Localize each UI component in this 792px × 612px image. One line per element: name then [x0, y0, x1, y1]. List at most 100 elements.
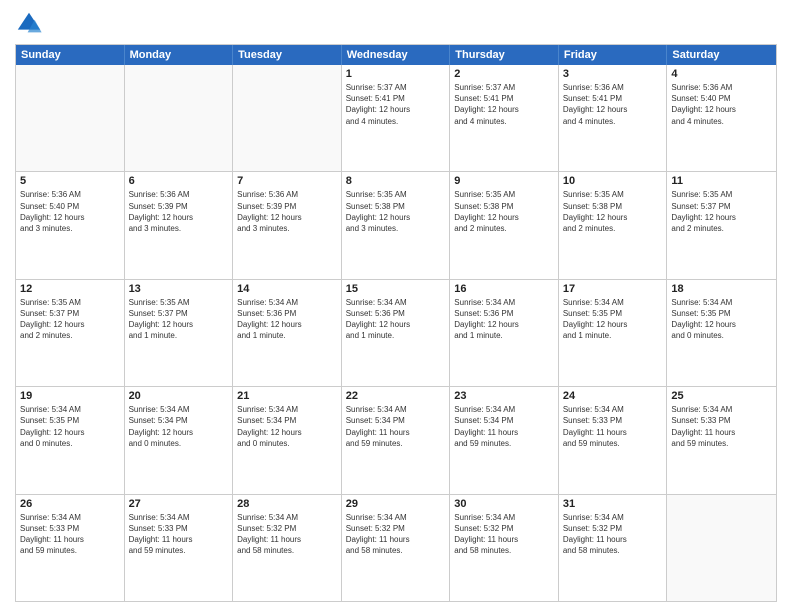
- day-info: Sunrise: 5:34 AM Sunset: 5:33 PM Dayligh…: [563, 404, 663, 449]
- day-info: Sunrise: 5:37 AM Sunset: 5:41 PM Dayligh…: [454, 82, 554, 127]
- day-number: 22: [346, 390, 446, 402]
- calendar-day-14: 14 Sunrise: 5:34 AM Sunset: 5:36 PM Dayli…: [233, 280, 342, 386]
- day-number: 26: [20, 498, 120, 510]
- calendar-day-20: 20 Sunrise: 5:34 AM Sunset: 5:34 PM Dayli…: [125, 387, 234, 493]
- calendar-day-30: 30 Sunrise: 5:34 AM Sunset: 5:32 PM Dayli…: [450, 495, 559, 601]
- calendar-day-9: 9 Sunrise: 5:35 AM Sunset: 5:38 PM Daylig…: [450, 172, 559, 278]
- calendar-header: SundayMondayTuesdayWednesdayThursdayFrid…: [16, 45, 776, 65]
- page: SundayMondayTuesdayWednesdayThursdayFrid…: [0, 0, 792, 612]
- day-info: Sunrise: 5:36 AM Sunset: 5:39 PM Dayligh…: [237, 189, 337, 234]
- calendar-row-5: 26 Sunrise: 5:34 AM Sunset: 5:33 PM Dayli…: [16, 494, 776, 601]
- day-number: 10: [563, 175, 663, 187]
- calendar-row-2: 5Sunrise: 5:36 AM Sunset: 5:40 PM Daylig…: [16, 171, 776, 278]
- day-number: 17: [563, 283, 663, 295]
- day-info: Sunrise: 5:35 AM Sunset: 5:37 PM Dayligh…: [129, 297, 229, 342]
- day-number: 20: [129, 390, 229, 402]
- calendar-day-1: 1Sunrise: 5:37 AM Sunset: 5:41 PM Daylig…: [342, 65, 451, 171]
- day-number: 5: [20, 175, 120, 187]
- weekday-header-saturday: Saturday: [667, 45, 776, 65]
- day-number: 27: [129, 498, 229, 510]
- calendar-row-3: 12 Sunrise: 5:35 AM Sunset: 5:37 PM Dayli…: [16, 279, 776, 386]
- day-info: Sunrise: 5:34 AM Sunset: 5:34 PM Dayligh…: [346, 404, 446, 449]
- day-info: Sunrise: 5:34 AM Sunset: 5:33 PM Dayligh…: [20, 512, 120, 557]
- day-info: Sunrise: 5:34 AM Sunset: 5:34 PM Dayligh…: [129, 404, 229, 449]
- day-number: 13: [129, 283, 229, 295]
- calendar-empty-cell: [16, 65, 125, 171]
- day-number: 14: [237, 283, 337, 295]
- day-info: Sunrise: 5:34 AM Sunset: 5:36 PM Dayligh…: [454, 297, 554, 342]
- day-info: Sunrise: 5:35 AM Sunset: 5:37 PM Dayligh…: [20, 297, 120, 342]
- weekday-header-thursday: Thursday: [450, 45, 559, 65]
- weekday-header-tuesday: Tuesday: [233, 45, 342, 65]
- day-number: 9: [454, 175, 554, 187]
- day-number: 11: [671, 175, 772, 187]
- calendar-day-11: 11 Sunrise: 5:35 AM Sunset: 5:37 PM Dayli…: [667, 172, 776, 278]
- day-info: Sunrise: 5:34 AM Sunset: 5:36 PM Dayligh…: [346, 297, 446, 342]
- calendar: SundayMondayTuesdayWednesdayThursdayFrid…: [15, 44, 777, 602]
- calendar-day-21: 21 Sunrise: 5:34 AM Sunset: 5:34 PM Dayli…: [233, 387, 342, 493]
- day-number: 8: [346, 175, 446, 187]
- weekday-header-friday: Friday: [559, 45, 668, 65]
- calendar-day-28: 28 Sunrise: 5:34 AM Sunset: 5:32 PM Dayli…: [233, 495, 342, 601]
- day-number: 7: [237, 175, 337, 187]
- day-info: Sunrise: 5:34 AM Sunset: 5:32 PM Dayligh…: [454, 512, 554, 557]
- day-number: 16: [454, 283, 554, 295]
- day-info: Sunrise: 5:36 AM Sunset: 5:40 PM Dayligh…: [671, 82, 772, 127]
- weekday-header-monday: Monday: [125, 45, 234, 65]
- calendar-day-26: 26 Sunrise: 5:34 AM Sunset: 5:33 PM Dayli…: [16, 495, 125, 601]
- weekday-header-wednesday: Wednesday: [342, 45, 451, 65]
- day-info: Sunrise: 5:34 AM Sunset: 5:32 PM Dayligh…: [237, 512, 337, 557]
- calendar-day-22: 22 Sunrise: 5:34 AM Sunset: 5:34 PM Dayli…: [342, 387, 451, 493]
- day-number: 29: [346, 498, 446, 510]
- day-info: Sunrise: 5:34 AM Sunset: 5:33 PM Dayligh…: [129, 512, 229, 557]
- calendar-day-3: 3 Sunrise: 5:36 AM Sunset: 5:41 PM Daylig…: [559, 65, 668, 171]
- calendar-day-2: 2 Sunrise: 5:37 AM Sunset: 5:41 PM Daylig…: [450, 65, 559, 171]
- day-info: Sunrise: 5:37 AM Sunset: 5:41 PM Dayligh…: [346, 82, 446, 127]
- day-info: Sunrise: 5:35 AM Sunset: 5:38 PM Dayligh…: [454, 189, 554, 234]
- day-number: 15: [346, 283, 446, 295]
- day-info: Sunrise: 5:34 AM Sunset: 5:36 PM Dayligh…: [237, 297, 337, 342]
- day-number: 28: [237, 498, 337, 510]
- calendar-row-1: 1Sunrise: 5:37 AM Sunset: 5:41 PM Daylig…: [16, 65, 776, 171]
- calendar-day-25: 25Sunrise: 5:34 AM Sunset: 5:33 PM Dayli…: [667, 387, 776, 493]
- calendar-day-17: 17 Sunrise: 5:34 AM Sunset: 5:35 PM Dayli…: [559, 280, 668, 386]
- calendar-day-12: 12 Sunrise: 5:35 AM Sunset: 5:37 PM Dayli…: [16, 280, 125, 386]
- day-info: Sunrise: 5:34 AM Sunset: 5:35 PM Dayligh…: [671, 297, 772, 342]
- day-number: 2: [454, 68, 554, 80]
- day-number: 12: [20, 283, 120, 295]
- day-number: 19: [20, 390, 120, 402]
- day-info: Sunrise: 5:34 AM Sunset: 5:34 PM Dayligh…: [454, 404, 554, 449]
- logo-icon: [15, 10, 43, 38]
- day-info: Sunrise: 5:36 AM Sunset: 5:41 PM Dayligh…: [563, 82, 663, 127]
- calendar-day-10: 10Sunrise: 5:35 AM Sunset: 5:38 PM Dayli…: [559, 172, 668, 278]
- day-number: 4: [671, 68, 772, 80]
- day-info: Sunrise: 5:34 AM Sunset: 5:35 PM Dayligh…: [20, 404, 120, 449]
- day-info: Sunrise: 5:34 AM Sunset: 5:32 PM Dayligh…: [346, 512, 446, 557]
- calendar-day-4: 4 Sunrise: 5:36 AM Sunset: 5:40 PM Daylig…: [667, 65, 776, 171]
- day-number: 21: [237, 390, 337, 402]
- day-info: Sunrise: 5:34 AM Sunset: 5:33 PM Dayligh…: [671, 404, 772, 449]
- calendar-day-19: 19 Sunrise: 5:34 AM Sunset: 5:35 PM Dayli…: [16, 387, 125, 493]
- day-number: 23: [454, 390, 554, 402]
- calendar-body: 1Sunrise: 5:37 AM Sunset: 5:41 PM Daylig…: [16, 65, 776, 601]
- day-info: Sunrise: 5:35 AM Sunset: 5:38 PM Dayligh…: [346, 189, 446, 234]
- calendar-day-6: 6Sunrise: 5:36 AM Sunset: 5:39 PM Daylig…: [125, 172, 234, 278]
- day-info: Sunrise: 5:34 AM Sunset: 5:34 PM Dayligh…: [237, 404, 337, 449]
- day-info: Sunrise: 5:34 AM Sunset: 5:35 PM Dayligh…: [563, 297, 663, 342]
- calendar-empty-cell: [233, 65, 342, 171]
- calendar-empty-cell: [667, 495, 776, 601]
- day-number: 3: [563, 68, 663, 80]
- day-info: Sunrise: 5:36 AM Sunset: 5:39 PM Dayligh…: [129, 189, 229, 234]
- weekday-header-sunday: Sunday: [16, 45, 125, 65]
- day-info: Sunrise: 5:35 AM Sunset: 5:37 PM Dayligh…: [671, 189, 772, 234]
- day-info: Sunrise: 5:34 AM Sunset: 5:32 PM Dayligh…: [563, 512, 663, 557]
- day-number: 24: [563, 390, 663, 402]
- calendar-day-24: 24 Sunrise: 5:34 AM Sunset: 5:33 PM Dayli…: [559, 387, 668, 493]
- calendar-day-23: 23 Sunrise: 5:34 AM Sunset: 5:34 PM Dayli…: [450, 387, 559, 493]
- calendar-day-7: 7 Sunrise: 5:36 AM Sunset: 5:39 PM Daylig…: [233, 172, 342, 278]
- day-number: 30: [454, 498, 554, 510]
- calendar-empty-cell: [125, 65, 234, 171]
- calendar-day-5: 5Sunrise: 5:36 AM Sunset: 5:40 PM Daylig…: [16, 172, 125, 278]
- calendar-day-15: 15 Sunrise: 5:34 AM Sunset: 5:36 PM Dayli…: [342, 280, 451, 386]
- calendar-day-29: 29 Sunrise: 5:34 AM Sunset: 5:32 PM Dayli…: [342, 495, 451, 601]
